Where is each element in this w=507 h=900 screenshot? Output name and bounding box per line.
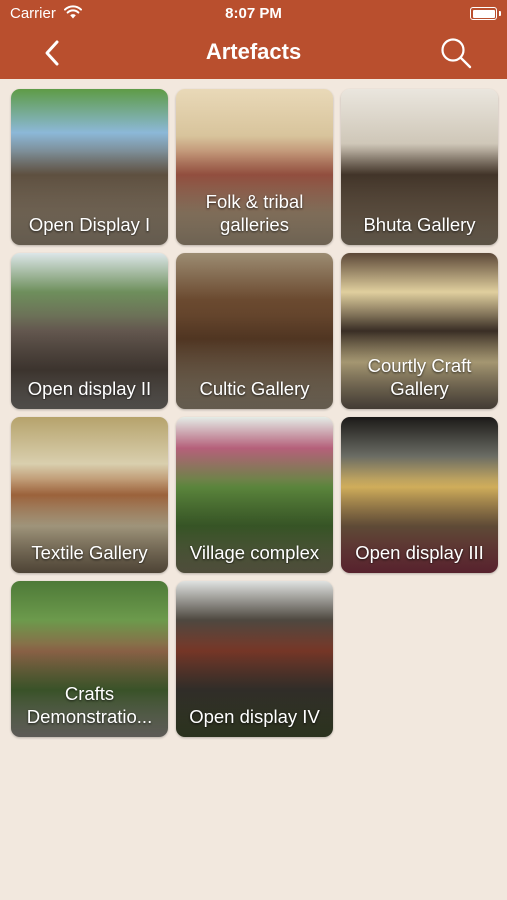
gallery-tile-open-display-3[interactable]: Open display III xyxy=(341,417,498,573)
gallery-tile-textile[interactable]: Textile Gallery xyxy=(11,417,168,573)
gallery-tile-courtly-craft[interactable]: Courtly Craft Gallery xyxy=(341,253,498,409)
battery-icon xyxy=(470,7,497,20)
tile-label: Bhuta Gallery xyxy=(363,214,476,235)
search-icon[interactable] xyxy=(439,36,473,70)
tile-label: Courtly Craft Gallery xyxy=(367,355,472,399)
status-time: 8:07 PM xyxy=(225,5,282,22)
tile-label: Cultic Gallery xyxy=(199,378,310,399)
nav-bar: Artefacts xyxy=(0,28,507,79)
status-bar: Carrier 8:07 PM xyxy=(0,0,507,28)
page-title: Artefacts xyxy=(205,39,302,64)
gallery-tile-bhuta[interactable]: Bhuta Gallery xyxy=(341,89,498,245)
gallery-tile-folk-tribal[interactable]: Folk & tribal galleries xyxy=(176,89,333,245)
tile-label: Open display II xyxy=(27,378,152,399)
gallery-tile-open-display-1[interactable]: Open Display I xyxy=(11,89,168,245)
gallery-tile-open-display-2[interactable]: Open display II xyxy=(11,253,168,409)
tile-label: Open display IV xyxy=(189,706,320,727)
tile-label: Open display III xyxy=(355,542,484,563)
tile-label: Crafts Demonstratio... xyxy=(26,683,153,727)
tile-label: Folk & tribal galleries xyxy=(205,191,304,235)
battery-tip xyxy=(499,11,501,16)
gallery-tile-crafts-demonstration[interactable]: Crafts Demonstratio... xyxy=(11,581,168,737)
gallery-tile-open-display-4[interactable]: Open display IV xyxy=(176,581,333,737)
tile-label: Village complex xyxy=(189,542,320,563)
app-header: Carrier 8:07 PM Artefacts xyxy=(0,0,507,79)
tile-label: Textile Gallery xyxy=(31,542,148,563)
gallery-tile-cultic[interactable]: Cultic Gallery xyxy=(176,253,333,409)
tile-label: Open Display I xyxy=(28,214,151,235)
gallery-tile-village-complex[interactable]: Village complex xyxy=(176,417,333,573)
